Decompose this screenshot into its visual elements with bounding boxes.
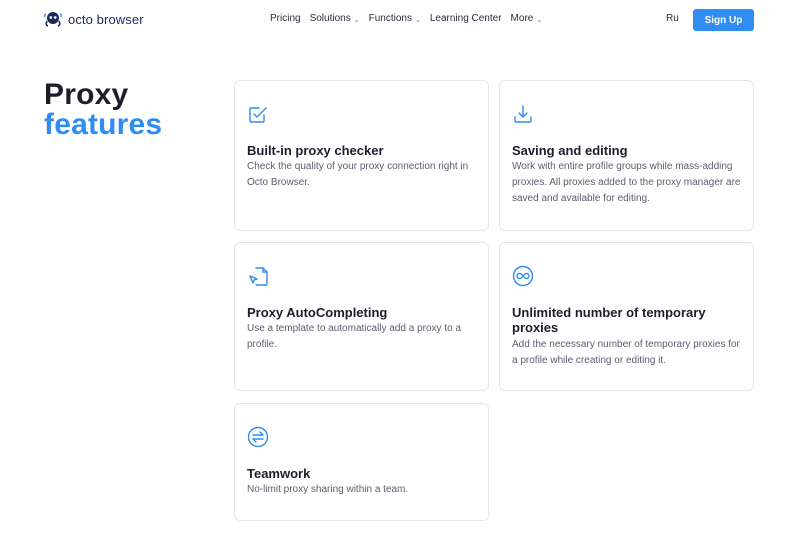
main-nav: Pricing Solutions ⌄ Functions ⌄ Learning… xyxy=(270,13,542,24)
octopus-logo-icon xyxy=(44,12,62,27)
nav-label: Pricing xyxy=(270,13,301,24)
feature-card-saving-editing: Saving and editing Work with entire prof… xyxy=(499,80,754,231)
nav-label: Learning Center xyxy=(429,13,502,24)
chevron-down-icon: ⌄ xyxy=(353,16,360,24)
feature-title: Unlimited number of temporary proxies xyxy=(512,305,706,335)
feature-card-proxy-checker: Built-in proxy checker Check the quality… xyxy=(234,80,489,231)
nav-label: Functions xyxy=(368,13,412,24)
download-tray-icon xyxy=(514,105,532,123)
feature-description: No-limit proxy sharing within a team. xyxy=(247,484,409,495)
feature-description: Add the necessary number of temporary pr… xyxy=(512,339,740,366)
nav-solutions[interactable]: Solutions ⌄ xyxy=(310,13,360,24)
feature-description: Use a template to automatically add a pr… xyxy=(247,323,462,350)
feature-title: Saving and editing xyxy=(512,143,628,158)
nav-pricing[interactable]: Pricing xyxy=(270,13,301,24)
feature-card-teamwork: Teamwork No-limit proxy sharing within a… xyxy=(234,403,489,521)
page-title: Proxy features xyxy=(44,80,162,140)
nav-learning-center[interactable]: Learning Center xyxy=(430,13,502,24)
feature-description: Check the quality of your proxy connecti… xyxy=(247,161,469,188)
chevron-down-icon: ⌄ xyxy=(536,16,543,24)
language-switch[interactable]: Ru xyxy=(666,13,679,24)
swap-arrows-icon xyxy=(247,426,269,448)
logo-text: octo browser xyxy=(68,11,144,27)
feature-card-autocompleting: Proxy AutoCompleting Use a template to a… xyxy=(234,242,489,391)
site-header: octo browser Pricing Solutions ⌄ Functio… xyxy=(0,0,800,40)
nav-label: Solutions xyxy=(309,13,351,24)
feature-card-temporary-proxies: Unlimited number of temporary proxies Ad… xyxy=(499,242,754,391)
nav-more[interactable]: More ⌄ xyxy=(511,13,543,24)
sign-up-button[interactable]: Sign Up xyxy=(693,9,754,31)
document-cursor-icon xyxy=(249,267,268,286)
chevron-down-icon: ⌄ xyxy=(414,16,421,24)
nav-label: More xyxy=(510,13,534,24)
infinity-icon xyxy=(512,265,534,287)
page-title-line2: features xyxy=(44,108,163,141)
feature-title: Proxy AutoCompleting xyxy=(247,305,388,320)
nav-functions[interactable]: Functions ⌄ xyxy=(369,13,421,24)
logo[interactable]: octo browser xyxy=(44,11,144,27)
feature-description: Work with entire profile groups while ma… xyxy=(512,161,741,204)
feature-title: Built-in proxy checker xyxy=(247,143,384,158)
page-title-line1: Proxy xyxy=(44,78,129,111)
checkbox-edit-icon xyxy=(249,107,267,123)
feature-title: Teamwork xyxy=(247,466,311,481)
